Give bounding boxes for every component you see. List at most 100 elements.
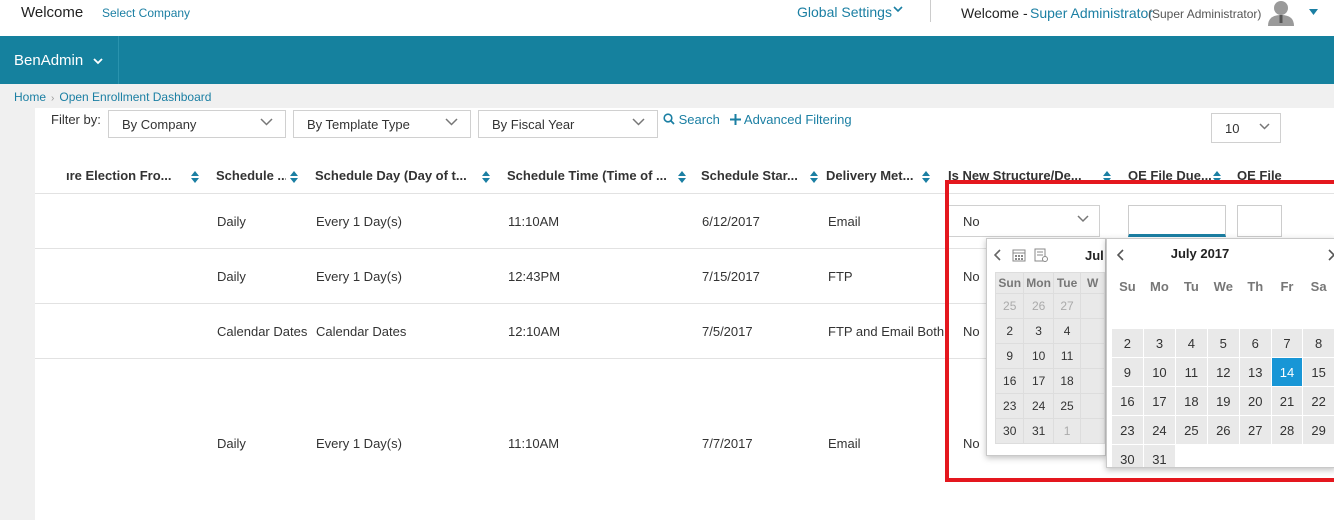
breadcrumb: Home › Open Enrollment Dashboard bbox=[14, 90, 211, 104]
sort-icon[interactable] bbox=[810, 171, 818, 183]
day-cell[interactable] bbox=[1080, 418, 1105, 444]
sort-icon[interactable] bbox=[482, 171, 490, 183]
chevron-right-icon[interactable] bbox=[1327, 249, 1334, 261]
breadcrumb-home[interactable]: Home bbox=[14, 90, 46, 104]
caret-down-icon[interactable] bbox=[1309, 9, 1318, 15]
day-cell[interactable]: 3 bbox=[1023, 318, 1054, 344]
date-picker-month[interactable]: Jul bbox=[1085, 248, 1104, 263]
column-header[interactable]: OE File bbox=[1237, 168, 1287, 183]
today-icon[interactable] bbox=[1034, 248, 1048, 262]
day-cell[interactable]: 30 bbox=[1111, 444, 1144, 467]
app-switcher[interactable]: BenAdmin bbox=[0, 36, 119, 84]
sort-icon[interactable] bbox=[1213, 171, 1221, 183]
sort-icon[interactable] bbox=[922, 171, 930, 183]
column-header[interactable]: OE File Due... bbox=[1128, 168, 1214, 183]
template-type-filter-dropdown[interactable]: By Template Type bbox=[293, 110, 471, 138]
day-cell[interactable]: 18 bbox=[1175, 386, 1208, 416]
day-cell[interactable]: 24 bbox=[1142, 415, 1177, 445]
oe-file-due-date-input[interactable] bbox=[1128, 205, 1226, 237]
day-cell[interactable]: 9 bbox=[994, 343, 1025, 369]
oe-file-date-input[interactable] bbox=[1237, 205, 1282, 237]
day-cell[interactable]: 29 bbox=[1302, 415, 1334, 445]
user-avatar-icon[interactable] bbox=[1266, 0, 1296, 26]
selected-day-cell[interactable]: 14 bbox=[1270, 357, 1304, 387]
day-cell[interactable]: 10 bbox=[1142, 357, 1177, 387]
day-cell[interactable]: 24 bbox=[1023, 393, 1054, 419]
day-cell[interactable]: 20 bbox=[1238, 386, 1272, 416]
day-cell[interactable]: 18 bbox=[1052, 368, 1082, 394]
column-header[interactable]: Schedule Time (Time of ... bbox=[507, 168, 675, 183]
day-cell[interactable]: 21 bbox=[1270, 386, 1304, 416]
day-cell[interactable]: 11 bbox=[1175, 357, 1208, 387]
day-cell[interactable]: 2 bbox=[1111, 328, 1144, 358]
sort-icon[interactable] bbox=[1103, 171, 1111, 183]
is-new-structure-value[interactable]: No bbox=[963, 436, 980, 451]
day-cell[interactable]: 15 bbox=[1302, 357, 1334, 387]
sort-icon[interactable] bbox=[191, 171, 199, 183]
breadcrumb-current[interactable]: Open Enrollment Dashboard bbox=[59, 90, 211, 104]
day-cell[interactable]: 27 bbox=[1052, 293, 1082, 319]
day-cell[interactable]: 28 bbox=[1270, 415, 1304, 445]
day-cell[interactable]: 26 bbox=[1206, 415, 1240, 445]
column-header[interactable]: Schedule ... bbox=[216, 168, 286, 183]
day-cell[interactable]: 27 bbox=[1238, 415, 1272, 445]
day-cell[interactable]: 9 bbox=[1111, 357, 1144, 387]
day-cell[interactable]: 30 bbox=[994, 418, 1025, 444]
page-size-dropdown[interactable]: 10 bbox=[1211, 113, 1281, 143]
day-cell[interactable]: 26 bbox=[1023, 293, 1054, 319]
day-cell[interactable]: 5 bbox=[1206, 328, 1240, 358]
is-new-structure-value[interactable]: No bbox=[963, 269, 980, 284]
day-cell[interactable] bbox=[1080, 318, 1105, 344]
global-settings-menu[interactable]: Global Settings bbox=[797, 4, 892, 20]
user-name-link[interactable]: Super Administrator bbox=[1030, 5, 1153, 21]
day-cell[interactable]: 16 bbox=[994, 368, 1025, 394]
column-header[interactable]: Is New Structure/De... bbox=[948, 168, 1098, 183]
is-new-structure-select[interactable]: No bbox=[948, 205, 1100, 237]
day-cell[interactable]: 6 bbox=[1238, 328, 1272, 358]
day-cell[interactable]: 22 bbox=[1302, 386, 1334, 416]
day-cell[interactable]: 1 bbox=[1052, 418, 1082, 444]
column-header[interactable]: Schedule Day (Day of t... bbox=[315, 168, 475, 183]
column-header[interactable]: Delivery Met... bbox=[826, 168, 916, 183]
day-cell[interactable]: 16 bbox=[1111, 386, 1144, 416]
fiscal-year-filter-dropdown[interactable]: By Fiscal Year bbox=[478, 110, 658, 138]
chevron-down-icon[interactable] bbox=[893, 5, 903, 13]
day-cell[interactable]: 25 bbox=[994, 293, 1025, 319]
day-cell[interactable]: 12 bbox=[1206, 357, 1240, 387]
day-cell[interactable] bbox=[1080, 393, 1105, 419]
select-company-link[interactable]: Select Company bbox=[102, 6, 190, 20]
day-cell[interactable]: 4 bbox=[1052, 318, 1082, 344]
day-cell[interactable]: 25 bbox=[1052, 393, 1082, 419]
day-cell[interactable]: 23 bbox=[1111, 415, 1144, 445]
is-new-structure-value[interactable]: No bbox=[963, 324, 980, 339]
column-header[interactable]: ıre Election Fro... bbox=[66, 168, 184, 183]
advanced-filtering-button[interactable]: Advanced Filtering bbox=[730, 112, 852, 127]
sort-icon[interactable] bbox=[678, 171, 686, 183]
day-cell[interactable]: 13 bbox=[1238, 357, 1272, 387]
day-cell[interactable]: 31 bbox=[1142, 444, 1177, 467]
day-cell[interactable]: 2 bbox=[994, 318, 1025, 344]
day-cell[interactable]: 4 bbox=[1175, 328, 1208, 358]
day-cell[interactable]: 11 bbox=[1052, 343, 1082, 369]
calendar-icon[interactable] bbox=[1012, 248, 1026, 262]
day-cell[interactable] bbox=[1080, 343, 1105, 369]
day-cell[interactable]: 31 bbox=[1023, 418, 1054, 444]
day-cell[interactable]: 17 bbox=[1142, 386, 1177, 416]
day-cell[interactable]: 17 bbox=[1023, 368, 1054, 394]
day-cell[interactable]: 25 bbox=[1175, 415, 1208, 445]
column-header[interactable]: Schedule Star... bbox=[701, 168, 819, 183]
company-filter-dropdown[interactable]: By Company bbox=[108, 110, 286, 138]
day-cell[interactable] bbox=[1080, 293, 1105, 319]
day-cell[interactable]: 3 bbox=[1142, 328, 1177, 358]
day-cell[interactable] bbox=[1080, 368, 1105, 394]
day-cell[interactable]: 23 bbox=[994, 393, 1025, 419]
welcome-text: Welcome bbox=[21, 4, 84, 21]
date-picker-month[interactable]: July 2017 bbox=[1107, 246, 1293, 261]
search-button[interactable]: Search bbox=[663, 112, 720, 127]
day-cell[interactable]: 19 bbox=[1206, 386, 1240, 416]
day-cell[interactable]: 10 bbox=[1023, 343, 1054, 369]
day-cell[interactable]: 8 bbox=[1302, 328, 1334, 358]
day-cell[interactable]: 7 bbox=[1270, 328, 1304, 358]
sort-icon[interactable] bbox=[290, 171, 298, 183]
chevron-left-icon[interactable] bbox=[994, 249, 1002, 261]
